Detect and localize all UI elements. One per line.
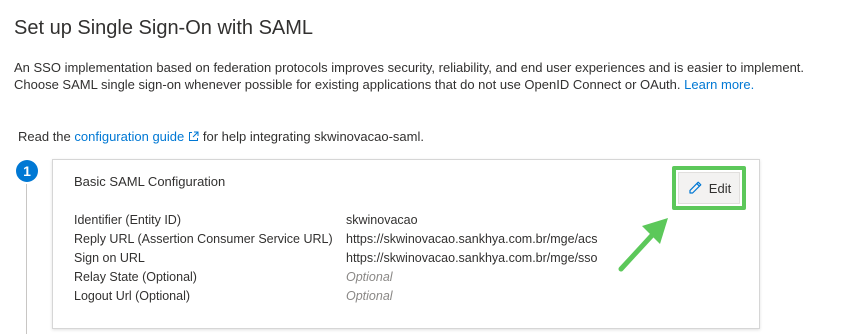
intro-paragraph: An SSO implementation based on federatio… [14, 59, 814, 93]
guide-prefix: Read the [18, 129, 71, 144]
learn-more-link[interactable]: Learn more. [684, 77, 754, 92]
config-row-label: Relay State (Optional) [74, 270, 197, 284]
config-row-value: Optional [346, 289, 393, 303]
guide-suffix: for help integrating skwinovacao-saml. [202, 129, 424, 144]
config-row-label: Sign on URL [74, 251, 145, 265]
page-title: Set up Single Sign-On with SAML [14, 17, 314, 39]
step-timeline-line [26, 184, 27, 334]
edit-button[interactable]: Edit [678, 172, 740, 204]
configuration-guide-link[interactable]: configuration guide [74, 129, 199, 144]
card-title: Basic SAML Configuration [74, 174, 226, 189]
pencil-icon [689, 181, 702, 194]
config-row-value: skwinovacao [346, 213, 418, 227]
config-row-value: Optional [346, 270, 393, 284]
config-row-label: Logout Url (Optional) [74, 289, 191, 303]
config-row-value: https://skwinovacao.sankhya.com.br/mge/a… [346, 232, 598, 246]
edit-button-label: Edit [708, 180, 732, 196]
external-link-icon [189, 131, 199, 141]
guide-line: Read the configuration guide for help in… [18, 129, 424, 144]
config-row-label: Identifier (Entity ID) [74, 213, 181, 227]
config-row-label: Reply URL (Assertion Consumer Service UR… [74, 232, 333, 246]
step-number-badge: 1 [16, 160, 38, 182]
annotation-arrow-icon [618, 218, 668, 272]
configuration-guide-label: configuration guide [74, 129, 185, 144]
config-row-value: https://skwinovacao.sankhya.com.br/mge/s… [346, 251, 598, 265]
